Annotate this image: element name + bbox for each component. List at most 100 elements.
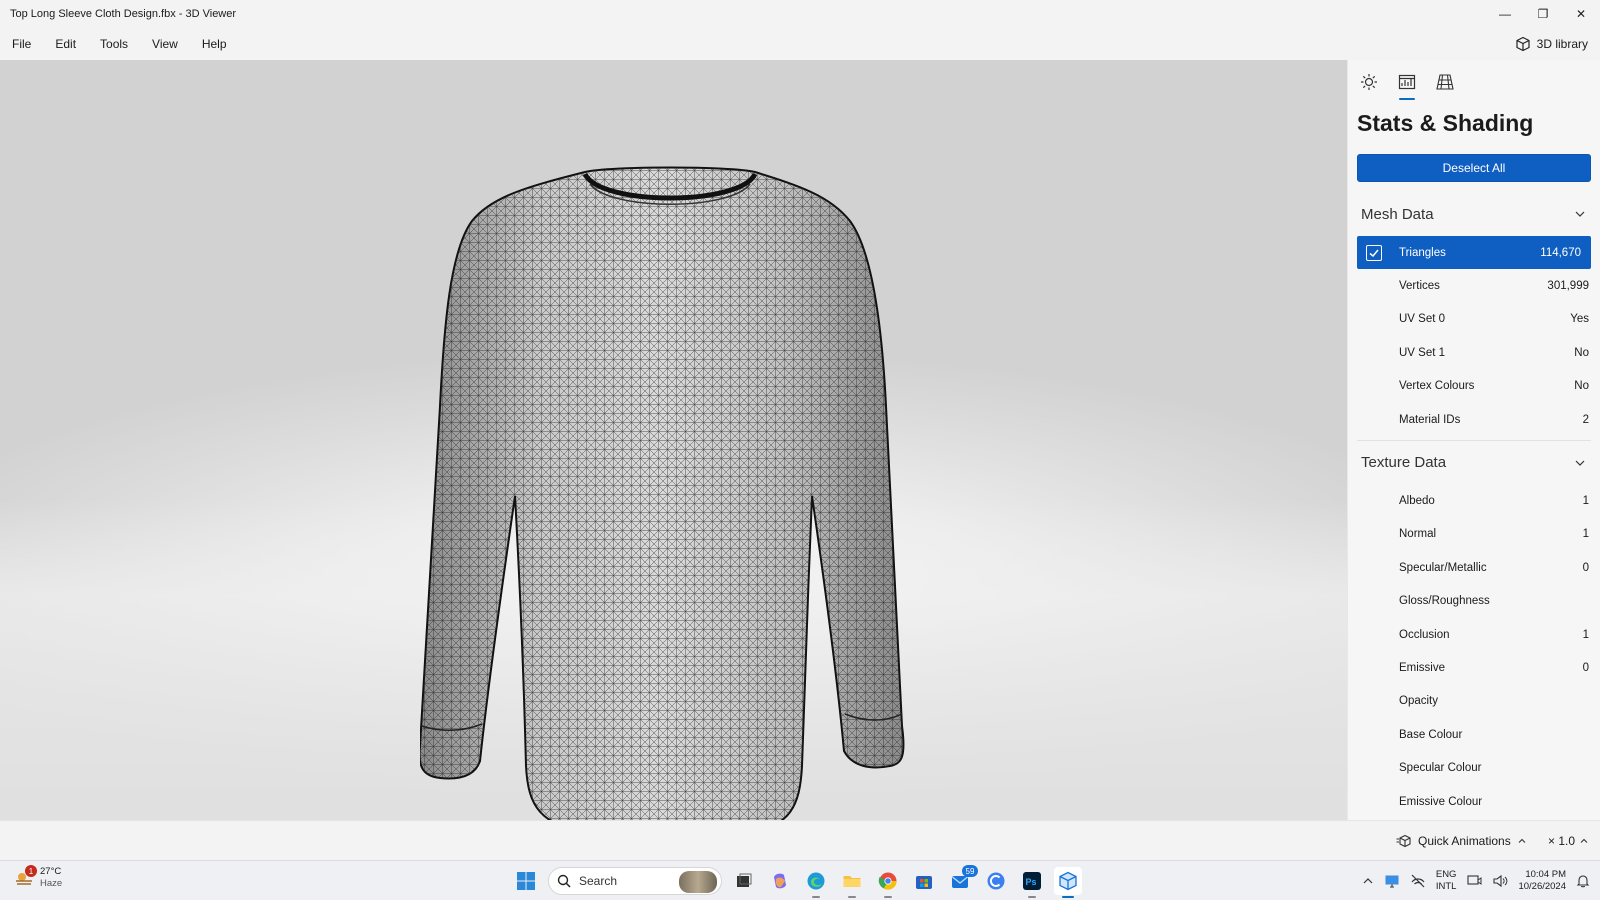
stat-row-material-ids[interactable]: Material IDs 2 [1348,403,1600,436]
texture-row-occlusion[interactable]: Occlusion 1 [1348,618,1600,651]
store-icon [916,876,932,889]
texture-value: 1 [1582,528,1589,541]
photoshop-app[interactable]: Ps [1018,867,1046,898]
stat-value: 301,999 [1547,280,1589,293]
mesh-data-header[interactable]: Mesh Data [1348,192,1600,236]
checkbox-checked-icon[interactable] [1366,245,1382,261]
stats-tab[interactable] [1397,70,1417,100]
running-indicator [848,896,856,898]
c-app-icon [987,872,1005,890]
stat-label: UV Set 0 [1399,313,1446,326]
sweater-wireframe-model[interactable] [420,166,920,820]
edge-app[interactable] [802,867,830,898]
stat-label: UV Set 1 [1399,346,1446,359]
task-view-icon [737,873,752,887]
texture-label: Specular/Metallic [1399,561,1487,574]
restore-button[interactable]: ❐ [1524,0,1562,28]
grid-tab[interactable] [1435,70,1455,94]
running-indicator [812,896,820,898]
chevron-up-icon[interactable] [1362,875,1374,887]
status-bar: Quick Animations × 1.0 [0,820,1600,860]
texture-row-specular-metallic[interactable]: Specular/Metallic 0 [1348,551,1600,584]
active-indicator [1062,896,1074,898]
stat-label: Triangles [1399,246,1446,259]
minimize-button[interactable]: — [1486,0,1524,28]
running-indicator [884,896,892,898]
chrome-app[interactable] [874,867,902,898]
cortana-app[interactable] [982,867,1010,895]
taskbar-apps: Search 59 Ps [512,861,1082,900]
quick-animations-button[interactable]: Quick Animations [1396,821,1527,861]
language-top: ENG [1435,869,1457,880]
network-off-icon[interactable] [1410,873,1426,889]
menu-bar: File Edit Tools View Help 3D library [0,28,1600,60]
weather-desc: Haze [40,878,63,889]
speed-selector[interactable]: × 1.0 [1548,821,1589,861]
stat-row-vertex-colours[interactable]: Vertex Colours No [1348,370,1600,403]
start-button[interactable] [512,867,540,895]
3d-library-label: 3D library [1536,37,1588,51]
search-highlight-image [679,871,717,893]
stat-row-uv-set-1[interactable]: UV Set 1 No [1348,336,1600,369]
texture-data-header[interactable]: Texture Data [1357,440,1591,484]
mesh-data-title: Mesh Data [1361,205,1434,223]
weather-widget[interactable]: 1 27°C Haze [14,865,63,890]
texture-value: 1 [1582,628,1589,641]
menu-view[interactable]: View [140,28,190,60]
language-indicator[interactable]: ENG INTL [1436,869,1457,893]
stat-row-vertices[interactable]: Vertices 301,999 [1348,269,1600,302]
mail-app[interactable]: 59 [946,865,978,895]
store-app[interactable] [910,867,938,895]
texture-row-base-colour[interactable]: Base Colour [1348,718,1600,751]
texture-row-specular-colour[interactable]: Specular Colour [1348,751,1600,784]
texture-data-title: Texture Data [1361,454,1447,472]
texture-label: Albedo [1399,495,1435,508]
system-tray: ENG INTL 10:04 PM 10/26/2024 [1362,861,1590,900]
stat-row-triangles[interactable]: Triangles 114,670 [1357,236,1591,270]
texture-row-emissive[interactable]: Emissive 0 [1348,651,1600,684]
texture-row-normal[interactable]: Normal 1 [1348,518,1600,551]
texture-row-opacity[interactable]: Opacity [1348,685,1600,718]
sun-icon [1361,74,1377,90]
window-controls: — ❐ ✕ [1486,0,1600,28]
stat-label: Vertex Colours [1399,380,1475,393]
texture-label: Opacity [1399,695,1438,708]
menu-file[interactable]: File [0,28,43,60]
close-button[interactable]: ✕ [1562,0,1600,28]
texture-row-albedo[interactable]: Albedo 1 [1348,484,1600,517]
3d-viewer-app[interactable] [1054,867,1082,898]
taskbar-search[interactable]: Search [548,867,722,895]
texture-label: Emissive [1399,661,1446,674]
folder-icon [843,876,861,887]
menu-help[interactable]: Help [190,28,239,60]
texture-label: Base Colour [1399,728,1463,741]
texture-label: Normal [1399,528,1437,541]
deselect-all-button[interactable]: Deselect All [1357,154,1591,182]
stats-shading-panel: Stats & Shading Deselect All Mesh Data T… [1347,60,1600,820]
3d-viewer-icon [1059,871,1077,891]
monitor-icon[interactable] [1384,873,1400,889]
3d-viewport[interactable] [0,60,1347,820]
stats-icon [1398,74,1416,90]
texture-value: 1 [1582,495,1589,508]
panel-title: Stats & Shading [1357,110,1534,136]
menu-tools[interactable]: Tools [88,28,140,60]
stat-row-uv-set-0[interactable]: UV Set 0 Yes [1348,303,1600,336]
texture-value: 0 [1582,661,1589,674]
volume-icon[interactable] [1492,873,1508,889]
windows-logo-icon [517,872,535,890]
animation-icon [1396,834,1411,848]
clock[interactable]: 10:04 PM 10/26/2024 [1518,869,1566,893]
menu-edit[interactable]: Edit [43,28,88,60]
3d-library-button[interactable]: 3D library [1515,28,1588,60]
copilot-app[interactable] [766,867,794,895]
task-view-button[interactable] [730,867,758,895]
texture-label: Emissive Colour [1399,795,1483,808]
file-explorer-app[interactable] [838,867,866,898]
texture-row-gloss-roughness[interactable]: Gloss/Roughness [1348,585,1600,618]
lighting-tab[interactable] [1359,70,1379,94]
chrome-icon [878,872,897,890]
texture-row-emissive-colour[interactable]: Emissive Colour [1348,785,1600,818]
notification-bell-icon[interactable] [1576,874,1590,888]
display-icon[interactable] [1466,873,1482,889]
